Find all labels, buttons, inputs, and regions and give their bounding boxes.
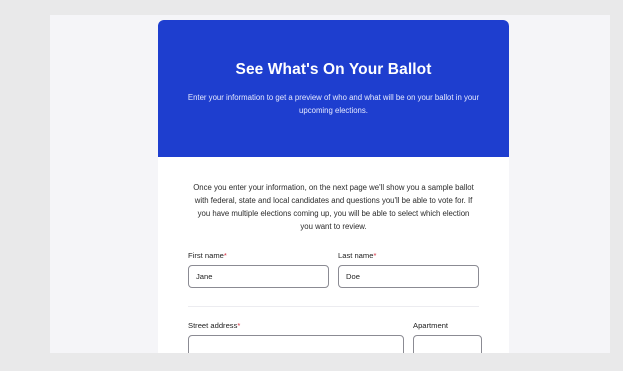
first-name-input[interactable]: Jane <box>188 265 329 288</box>
last-name-label: Last name* <box>338 251 479 260</box>
voter-info-form: First name* Jane Last name* Doe Street a… <box>158 251 509 353</box>
apartment-field: Apartment <box>413 321 482 353</box>
last-name-field: Last name* Doe <box>338 251 479 288</box>
street-address-input[interactable] <box>188 335 404 353</box>
intro-text: Once you enter your information, on the … <box>193 183 474 231</box>
page-background: See What's On Your Ballot Enter your inf… <box>50 15 610 353</box>
first-name-field: First name* Jane <box>188 251 329 288</box>
required-mark: * <box>237 321 241 330</box>
street-address-label: Street address* <box>188 321 404 330</box>
last-name-label-text: Last name <box>338 251 374 260</box>
street-address-label-text: Street address <box>188 321 238 330</box>
hero-banner: See What's On Your Ballot Enter your inf… <box>158 20 509 157</box>
apartment-label: Apartment <box>413 321 449 330</box>
apartment-input[interactable] <box>413 335 482 353</box>
hero-subtitle: Enter your information to get a preview … <box>187 93 480 115</box>
page-title: See What's On Your Ballot <box>235 61 432 78</box>
first-name-label: First name* <box>188 251 329 260</box>
required-mark: * <box>373 251 377 260</box>
divider <box>188 306 479 307</box>
required-mark: * <box>223 251 227 260</box>
first-name-label-text: First name <box>188 251 224 260</box>
name-row: First name* Jane Last name* Doe <box>188 251 479 288</box>
ballot-lookup-card: See What's On Your Ballot Enter your inf… <box>158 20 509 353</box>
street-address-field: Street address* <box>188 321 404 353</box>
last-name-input[interactable]: Doe <box>338 265 479 288</box>
address-row: Street address* Apartment <box>188 321 482 353</box>
